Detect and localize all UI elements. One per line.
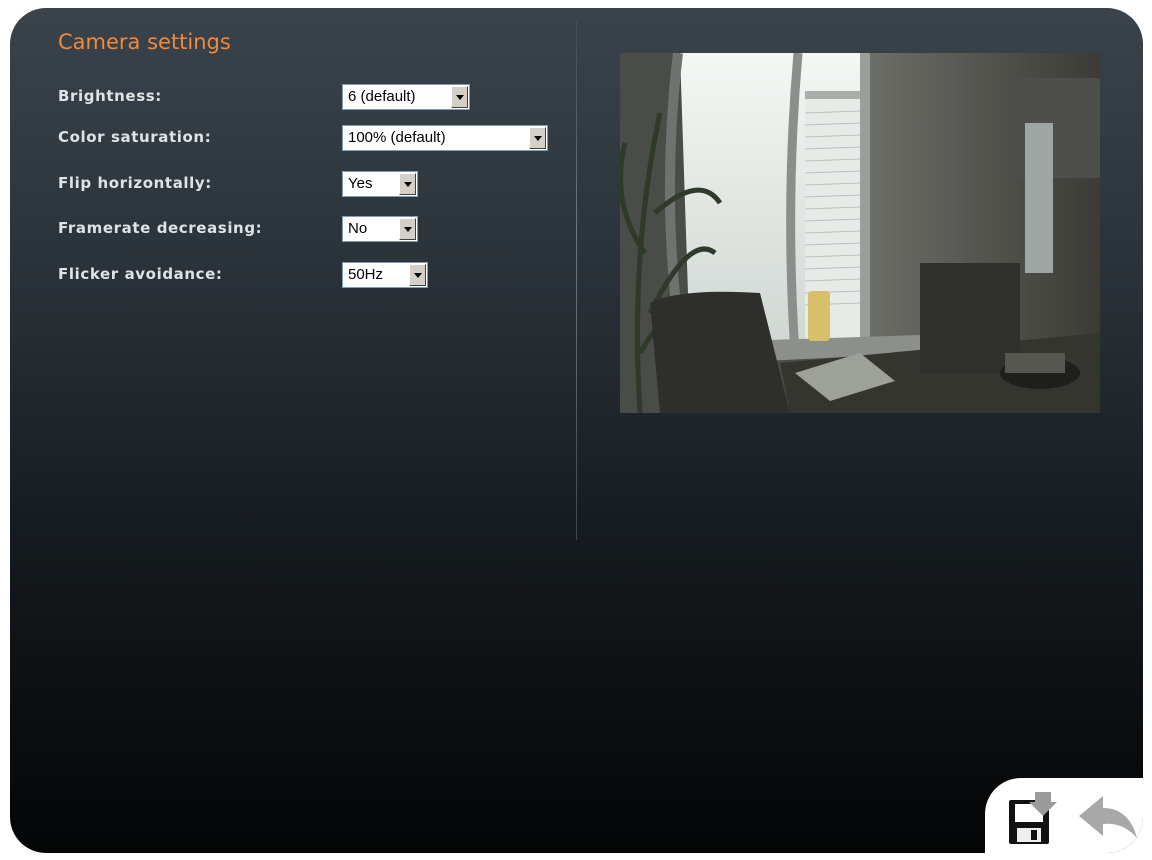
- camera-preview-image: [620, 53, 1100, 413]
- camera-settings-panel: Camera settings Brightness: 6 (default) …: [10, 8, 1143, 853]
- chevron-down-icon[interactable]: [399, 173, 416, 195]
- setting-row-brightness: Brightness: 6 (default): [58, 84, 578, 112]
- setting-row-flicker-avoidance: Flicker avoidance: 50Hz: [58, 262, 578, 290]
- brightness-label: Brightness:: [58, 87, 162, 105]
- back-arrow-icon[interactable]: [1077, 792, 1139, 844]
- chevron-down-icon[interactable]: [451, 86, 468, 108]
- save-floppy-icon[interactable]: [1005, 790, 1057, 846]
- framerate-decreasing-select[interactable]: No: [342, 216, 418, 242]
- framerate-decreasing-select-value: No: [348, 220, 368, 237]
- setting-row-color-saturation: Color saturation: 100% (default): [58, 125, 578, 153]
- setting-row-framerate-decreasing: Framerate decreasing: No: [58, 216, 578, 244]
- color-saturation-select-value: 100% (default): [348, 129, 446, 146]
- color-saturation-label: Color saturation:: [58, 128, 212, 146]
- flicker-avoidance-label: Flicker avoidance:: [58, 265, 223, 283]
- flicker-avoidance-select[interactable]: 50Hz: [342, 262, 428, 288]
- column-divider: [576, 20, 577, 540]
- framerate-decreasing-label: Framerate decreasing:: [58, 219, 263, 237]
- page-title: Camera settings: [58, 30, 231, 54]
- setting-row-flip-horizontally: Flip horizontally: Yes: [58, 171, 578, 199]
- chevron-down-icon[interactable]: [399, 218, 416, 240]
- brightness-select[interactable]: 6 (default): [342, 84, 470, 110]
- flicker-avoidance-select-value: 50Hz: [348, 266, 384, 283]
- flip-horizontally-label: Flip horizontally:: [58, 174, 212, 192]
- chevron-down-icon[interactable]: [409, 264, 426, 286]
- flip-horizontally-select[interactable]: Yes: [342, 171, 418, 197]
- color-saturation-select[interactable]: 100% (default): [342, 125, 548, 151]
- chevron-down-icon[interactable]: [529, 127, 546, 149]
- flip-horizontally-select-value: Yes: [348, 175, 373, 192]
- brightness-select-value: 6 (default): [348, 88, 416, 105]
- action-bar: [985, 778, 1143, 853]
